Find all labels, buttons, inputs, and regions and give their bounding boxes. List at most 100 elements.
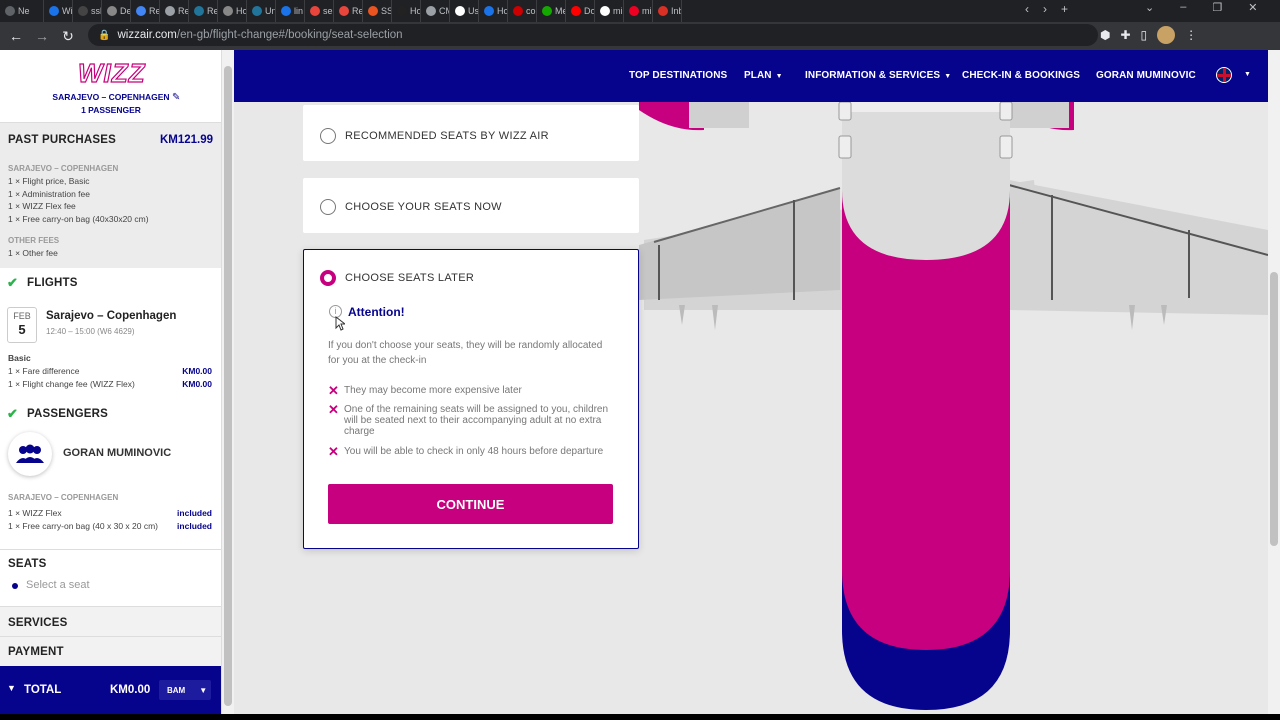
browser-tab[interactable]: SSI (363, 0, 392, 22)
language-chevron-icon[interactable]: ▼ (1244, 71, 1251, 78)
nav-information-services[interactable]: INFORMATION & SERVICES ▼ (805, 70, 951, 81)
tab-label: lin (294, 6, 304, 16)
tab-label: ssl (91, 6, 102, 16)
flight-item-price: KM0.00 (182, 379, 212, 389)
forward-icon[interactable]: → (29, 28, 55, 44)
passenger-route: SARAJEVO – COPENHAGEN (8, 493, 119, 502)
avatar[interactable] (1157, 26, 1176, 44)
tab-favicon-icon (136, 6, 146, 16)
tab-favicon-icon (49, 6, 59, 16)
nav-user-account[interactable]: GORAN MUMINOVIC (1096, 70, 1196, 81)
option-choose-seats-now[interactable]: CHOOSE YOUR SEATS NOW (303, 178, 639, 233)
chevron-down-icon: ▼ (775, 73, 783, 80)
tab-label: Ho (236, 6, 247, 16)
browser-tab[interactable]: cor (508, 0, 537, 22)
extension-icon[interactable]: ⬢ (1100, 28, 1110, 42)
past-purchases-section: PAST PURCHASES KM121.99 SARAJEVO – COPEN… (0, 122, 221, 268)
currency-select[interactable]: BAM ▼ (159, 680, 211, 700)
check-icon: ✔ (7, 275, 18, 290)
other-fees-title: OTHER FEES (8, 236, 60, 245)
tab-scroll-left-icon[interactable]: ‹ (1025, 2, 1029, 16)
browser-tab[interactable]: mi (624, 0, 653, 22)
reload-icon[interactable]: ↻ (55, 28, 81, 45)
passenger-item-label: 1 × WIZZ Flex (8, 508, 62, 518)
passengers-title: PASSENGERS (27, 408, 109, 420)
sidebar-scrollbar[interactable] (222, 50, 234, 714)
browser-tab[interactable]: Ho (218, 0, 247, 22)
check-icon: ✔ (7, 406, 18, 421)
total-bar[interactable]: ▼ TOTAL KM0.00 BAM ▼ (0, 666, 221, 714)
browser-tab[interactable]: ssl (73, 0, 102, 22)
tab-favicon-icon (571, 6, 581, 16)
browser-tab[interactable]: Re (189, 0, 218, 22)
edit-pencil-icon[interactable]: ✎ (172, 92, 180, 103)
passenger-item-price: included (177, 521, 212, 531)
browser-tab[interactable]: CM (421, 0, 450, 22)
attention-description: If you don't choose your seats, they wil… (328, 340, 603, 366)
language-flag-icon[interactable] (1216, 67, 1232, 83)
sidepanel-icon[interactable]: ▯ (1141, 28, 1148, 42)
tab-favicon-icon (5, 6, 15, 16)
browser-tab[interactable]: Us (450, 0, 479, 22)
browser-tab[interactable]: Re (334, 0, 363, 22)
tab-favicon-icon (78, 6, 88, 16)
mouse-cursor-icon (335, 316, 345, 331)
nav-plan[interactable]: PLAN ▼ (744, 70, 783, 81)
flight-month: FEB (13, 311, 31, 321)
sidebar-scrollbar-thumb[interactable] (224, 66, 232, 706)
browser-tab[interactable]: Ho (392, 0, 421, 22)
select-seat-link[interactable]: Select a seat (26, 579, 90, 591)
new-tab-icon[interactable]: + (1061, 2, 1068, 16)
address-bar[interactable]: 🔒 wizzair.com /en-gb/flight-change#/book… (88, 24, 1098, 46)
radio-recommended[interactable] (320, 128, 336, 144)
restore-icon[interactable]: ❐ (1212, 1, 1222, 14)
puzzle-icon[interactable]: ✚ (1120, 28, 1130, 42)
tab-favicon-icon (339, 6, 349, 16)
option-choose-seats-later[interactable]: CHOOSE SEATS LATER i Attention! If you d… (303, 249, 639, 549)
browser-tab[interactable]: ser (305, 0, 334, 22)
tab-label: cor (526, 6, 536, 16)
radio-choose-now[interactable] (320, 199, 336, 215)
continue-button[interactable]: CONTINUE (328, 484, 613, 524)
menu-icon[interactable]: ⋮ (1185, 28, 1197, 42)
main-scrollbar-thumb[interactable] (1270, 272, 1278, 546)
tab-favicon-icon (310, 6, 320, 16)
browser-tab[interactable]: lin (276, 0, 305, 22)
tab-favicon-icon (281, 6, 291, 16)
browser-tab[interactable]: Un (247, 0, 276, 22)
minimize-icon[interactable]: – (1180, 1, 1186, 14)
browser-tab[interactable]: mi (595, 0, 624, 22)
nav-top-destinations[interactable]: TOP DESTINATIONS (629, 70, 727, 81)
browser-tab[interactable]: Ho (479, 0, 508, 22)
browser-tab[interactable]: De (102, 0, 131, 22)
browser-tab[interactable]: Wi (44, 0, 73, 22)
back-icon[interactable]: ← (3, 28, 29, 44)
tab-label: mi (613, 6, 623, 16)
tab-favicon-icon (397, 6, 407, 16)
radio-choose-later[interactable] (320, 270, 336, 286)
browser-tab[interactable]: Inb (653, 0, 682, 22)
tab-label: mi (642, 6, 652, 16)
payment-section[interactable]: PAYMENT (0, 637, 221, 667)
browser-tab[interactable]: Me (537, 0, 566, 22)
booking-summary-sidebar: WIZZ SARAJEVO – COPENHAGEN ✎ 1 PASSENGER… (0, 50, 222, 714)
option-recommended-seats[interactable]: RECOMMENDED SEATS BY WIZZ AIR (303, 105, 639, 161)
browser-tab[interactable]: Do (566, 0, 595, 22)
main-scrollbar[interactable] (1268, 50, 1280, 714)
nav-check-in-bookings[interactable]: CHECK-IN & BOOKINGS (962, 70, 1080, 81)
list-item: 1 × Flight price, Basic (8, 176, 90, 186)
tab-search-icon[interactable]: ⌄ (1145, 1, 1154, 14)
tab-favicon-icon (542, 6, 552, 16)
tab-strip-controls: ‹ › + (1025, 2, 1068, 16)
tab-favicon-icon (426, 6, 436, 16)
tab-scroll-right-icon[interactable]: › (1043, 2, 1047, 16)
wizz-logo[interactable]: WIZZ (77, 57, 146, 89)
list-item: 1 × Other fee (8, 248, 58, 258)
list-item: 1 × WIZZ Flex fee (8, 201, 76, 211)
browser-tab[interactable]: Re (160, 0, 189, 22)
browser-tab[interactable]: Ne (0, 0, 44, 22)
services-section[interactable]: SERVICES (0, 607, 221, 637)
close-window-icon[interactable]: ✕ (1248, 1, 1257, 14)
tab-label: Me (555, 6, 565, 16)
browser-tab[interactable]: Re (131, 0, 160, 22)
